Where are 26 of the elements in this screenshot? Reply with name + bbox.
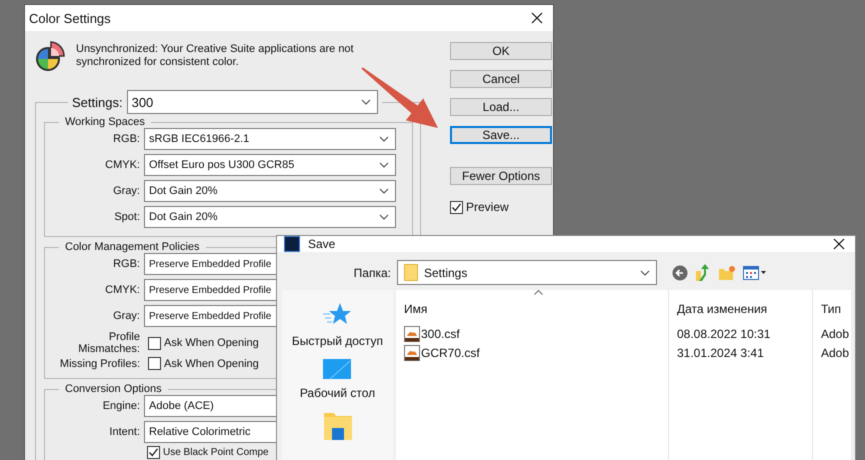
window-title: Save	[308, 237, 336, 251]
group-title: Conversion Options	[64, 383, 163, 395]
table-cell-text: Adob	[820, 344, 850, 362]
settings-label: Settings:	[72, 94, 123, 110]
table-cell-text: 31.01.2024 3:41	[676, 344, 765, 362]
window-title: Color Settings	[29, 10, 112, 26]
field-label: Spot:	[113, 211, 140, 223]
checkbox-label: Ask When Opening	[164, 337, 259, 349]
field-label: Engine:	[102, 400, 140, 412]
table-cell-text: Adob	[820, 326, 850, 342]
group-title: Working Spaces	[64, 116, 146, 128]
field-label: Gray:	[112, 185, 140, 197]
field-label: Missing Profiles:	[58, 358, 140, 370]
field-label: Profile Mismatches:	[77, 331, 140, 355]
field-label: Gray:	[112, 310, 140, 322]
sync-message: Unsynchronized: Your Creative Suite applications are not synchronized for consistent color.	[76, 43, 355, 69]
field-label: CMYK:	[104, 284, 140, 296]
checkbox-label: Preview	[466, 200, 509, 214]
field-label: RGB:	[112, 258, 140, 270]
field-label: RGB:	[112, 133, 140, 145]
field-label: CMYK:	[104, 159, 140, 171]
field-label: Intent:	[108, 426, 140, 438]
checkbox-label: Ask When Opening	[164, 358, 259, 370]
group-title: Color Management Policies	[64, 241, 201, 253]
checkbox-label: Use Black Point Compe	[163, 447, 269, 458]
table-cell-text: 08.08.2022 10:31	[676, 326, 772, 342]
